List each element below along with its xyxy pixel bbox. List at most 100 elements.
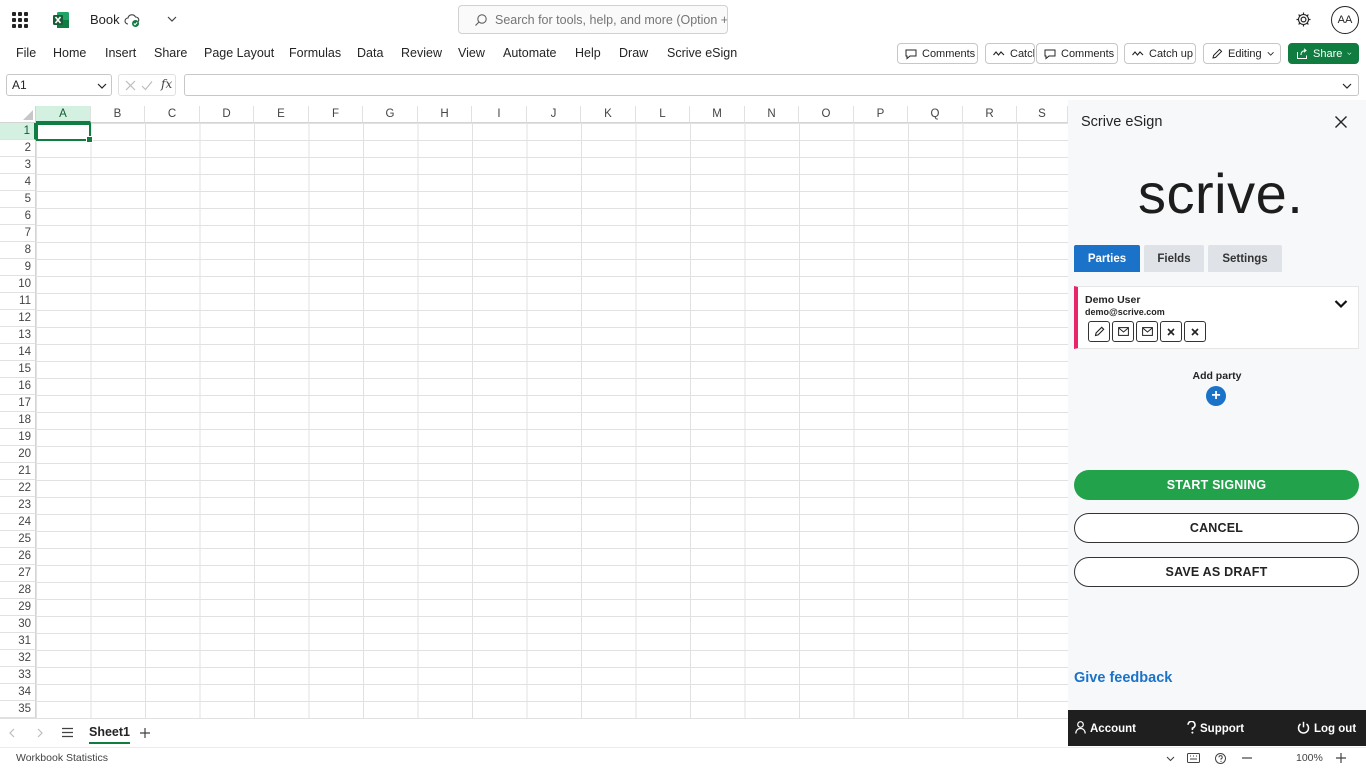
column-header[interactable]: O [799,106,854,123]
column-header[interactable]: L [636,106,690,123]
column-header[interactable]: E [254,106,309,123]
zoom-in-icon[interactable] [1336,753,1346,763]
column-header[interactable]: J [527,106,581,123]
tab-formulas[interactable]: Formulas [289,46,341,60]
row-header[interactable]: 21 [0,463,36,480]
search-box[interactable] [458,5,728,34]
user-avatar[interactable]: AA [1331,6,1359,34]
settings-gear-icon[interactable] [1295,11,1312,28]
column-header[interactable]: C [145,106,200,123]
party-delivery-email-button[interactable] [1112,321,1134,342]
scroll-right-icon[interactable] [36,728,44,738]
row-header[interactable]: 11 [0,293,36,310]
column-header[interactable]: S [1017,106,1068,123]
all-sheets-menu-icon[interactable] [61,727,74,738]
catch-up-button-2[interactable]: Catch up [1124,43,1196,64]
row-header[interactable]: 35 [0,701,36,718]
add-sheet-icon[interactable] [139,727,151,739]
row-header[interactable]: 24 [0,514,36,531]
row-header[interactable]: 16 [0,378,36,395]
row-header[interactable]: 23 [0,497,36,514]
column-header[interactable]: M [690,106,745,123]
catch-up-button[interactable]: Catch [985,43,1035,64]
give-feedback-link[interactable]: Give feedback [1074,670,1172,686]
tab-data[interactable]: Data [357,46,383,60]
row-header[interactable]: 15 [0,361,36,378]
row-header[interactable]: 18 [0,412,36,429]
formula-input[interactable] [184,74,1359,96]
cell-area[interactable] [36,123,1068,718]
row-header[interactable]: 19 [0,429,36,446]
column-header[interactable]: K [581,106,636,123]
tab-automate[interactable]: Automate [503,46,557,60]
column-header[interactable]: G [363,106,418,123]
name-box[interactable]: A1 [6,74,112,96]
confirm-check-icon[interactable] [141,80,153,91]
tab-page-layout[interactable]: Page Layout [204,46,274,60]
account-link[interactable]: Account [1075,721,1136,735]
column-header[interactable]: P [854,106,908,123]
row-header[interactable]: 29 [0,599,36,616]
logout-link[interactable]: Log out [1297,721,1356,735]
column-header[interactable]: B [91,106,145,123]
column-header[interactable]: I [472,106,527,123]
row-header[interactable]: 14 [0,344,36,361]
row-header[interactable]: 13 [0,327,36,344]
editing-mode-button[interactable]: Editing [1203,43,1281,64]
column-header[interactable]: D [200,106,254,123]
scroll-left-icon[interactable] [8,728,16,738]
tab-parties[interactable]: Parties [1074,245,1140,272]
party-edit-button[interactable] [1088,321,1110,342]
keyboard-icon[interactable] [1187,753,1200,763]
column-header[interactable]: A [36,106,91,123]
row-header[interactable]: 4 [0,174,36,191]
active-cell-a1[interactable] [36,123,93,143]
row-header[interactable]: 7 [0,225,36,242]
chevron-down-icon[interactable] [1166,754,1175,763]
column-header[interactable]: N [745,106,799,123]
row-header[interactable]: 22 [0,480,36,497]
cancel-x-icon[interactable] [125,80,136,91]
tab-fields[interactable]: Fields [1144,245,1204,272]
help-feedback-icon[interactable] [1215,753,1226,764]
tab-home[interactable]: Home [53,46,86,60]
support-link[interactable]: Support [1187,720,1244,735]
row-header[interactable]: 10 [0,276,36,293]
row-header[interactable]: 9 [0,259,36,276]
row-header[interactable]: 5 [0,191,36,208]
start-signing-button[interactable]: START SIGNING [1074,470,1359,500]
chevron-down-icon[interactable] [166,13,178,25]
row-header[interactable]: 8 [0,242,36,259]
tab-review[interactable]: Review [401,46,442,60]
row-header[interactable]: 20 [0,446,36,463]
close-icon[interactable] [1334,115,1348,129]
select-all-corner[interactable] [0,106,36,123]
row-header[interactable]: 31 [0,633,36,650]
tab-file[interactable]: File [16,46,36,60]
tab-help[interactable]: Help [575,46,601,60]
column-header[interactable]: Q [908,106,963,123]
party-confirmation-email-button[interactable] [1136,321,1158,342]
search-input[interactable] [495,10,727,30]
share-button[interactable]: Share [1288,43,1359,64]
row-header[interactable]: 26 [0,548,36,565]
sheet-tab-sheet1[interactable]: Sheet1 [89,725,130,744]
comments-button-2[interactable]: Comments [1036,43,1118,64]
tab-view[interactable]: View [458,46,485,60]
party-remove-button[interactable] [1184,321,1206,342]
chevron-down-icon[interactable] [1334,299,1348,309]
row-header[interactable]: 12 [0,310,36,327]
insert-function-icon[interactable]: fx [161,77,172,91]
tab-share[interactable]: Share [154,46,187,60]
row-header[interactable]: 2 [0,140,36,157]
tab-draw[interactable]: Draw [619,46,648,60]
party-authentication-button[interactable] [1160,321,1182,342]
expand-formula-bar-icon[interactable] [1342,81,1352,91]
row-header[interactable]: 32 [0,650,36,667]
row-header[interactable]: 33 [0,667,36,684]
party-card[interactable]: Demo User demo@scrive.com [1074,286,1359,349]
row-header[interactable]: 3 [0,157,36,174]
row-header[interactable]: 25 [0,531,36,548]
tab-insert[interactable]: Insert [105,46,136,60]
zoom-level[interactable]: 100% [1296,752,1323,764]
